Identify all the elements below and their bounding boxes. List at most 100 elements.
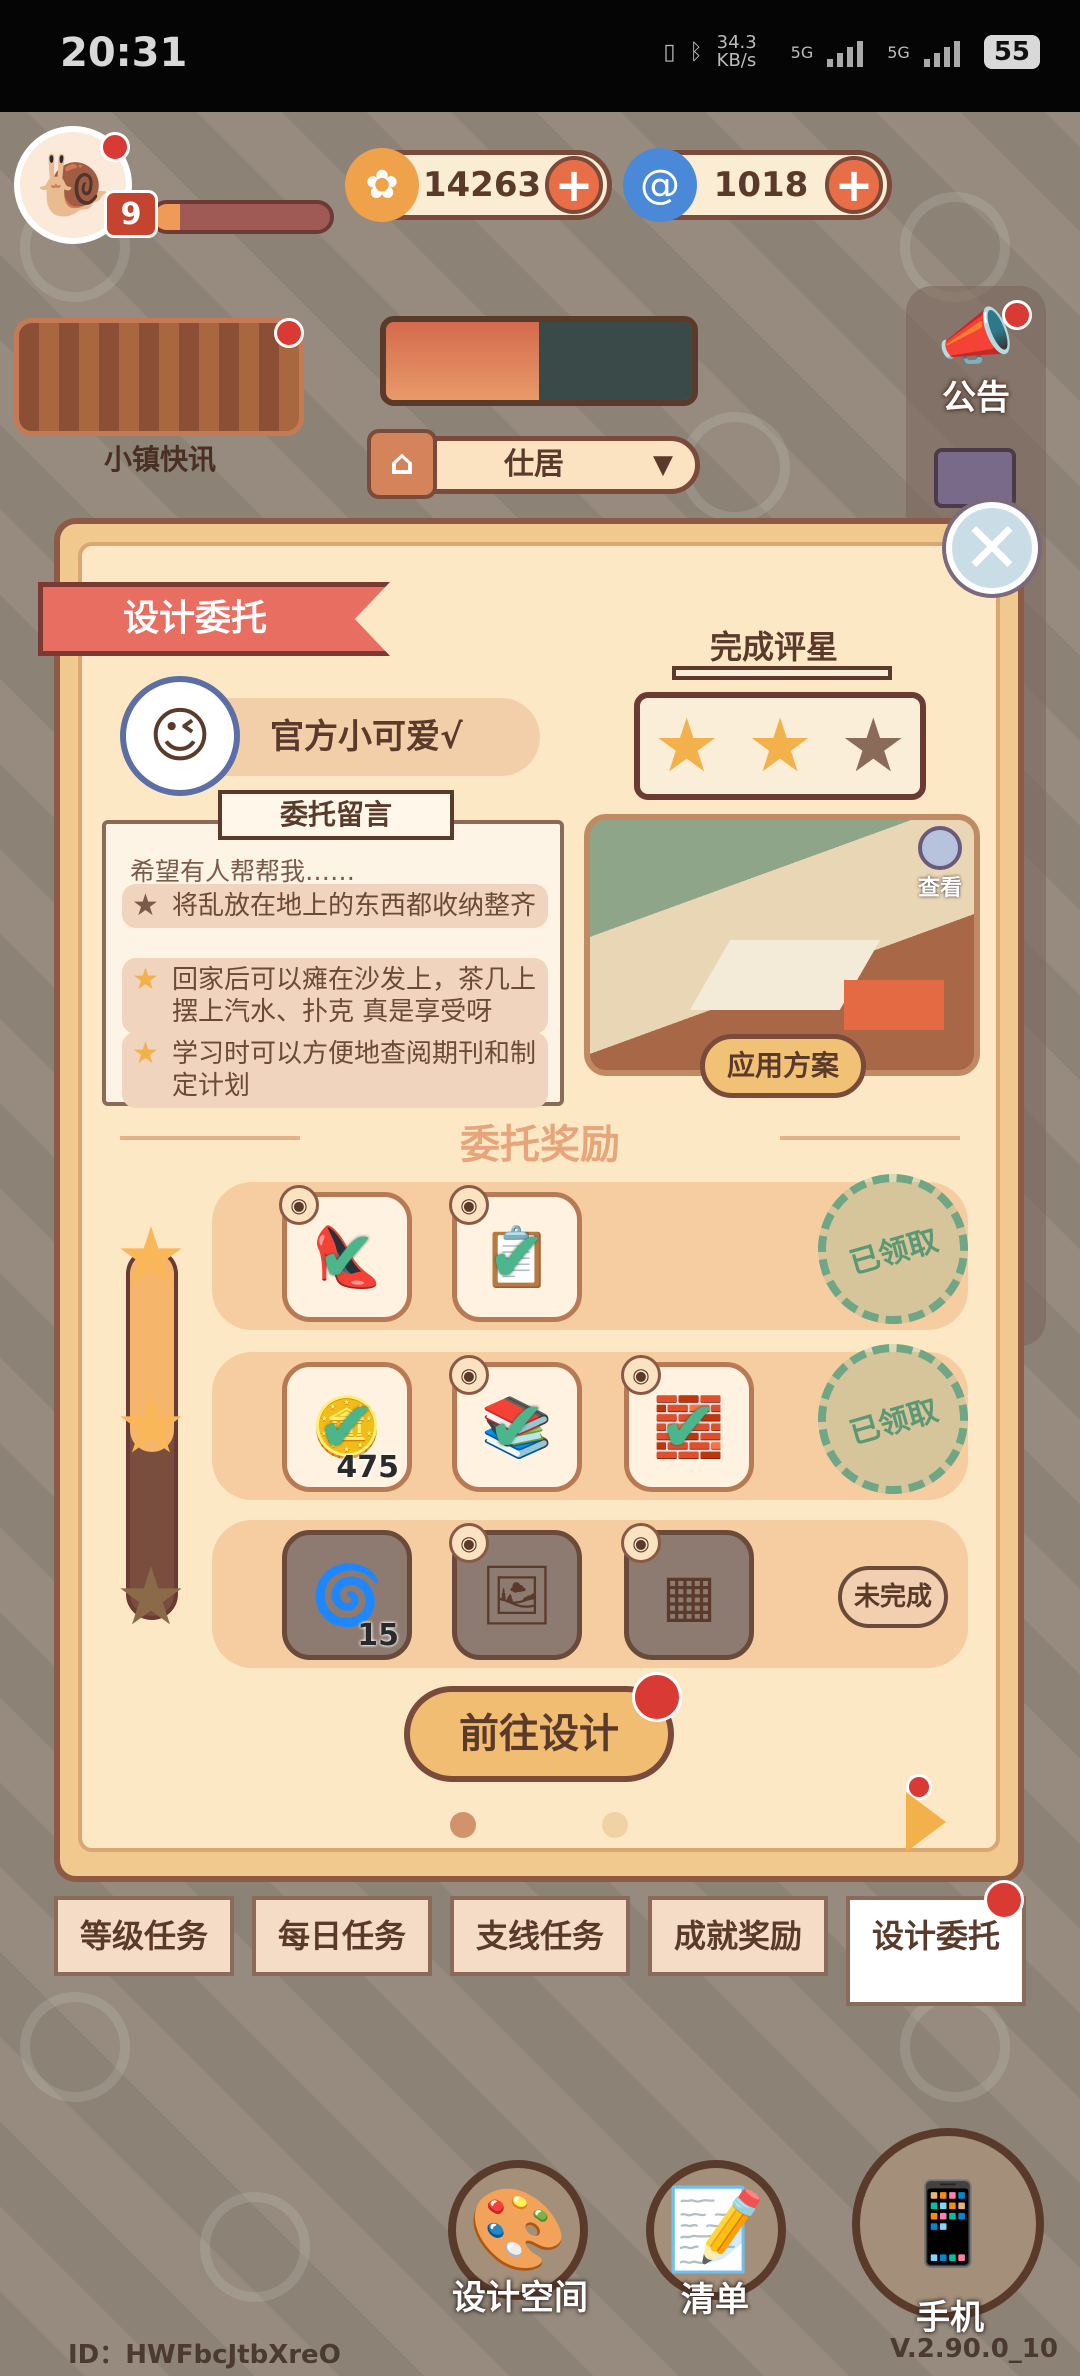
close-icon: ✕ — [962, 507, 1022, 589]
bluetooth-icon: ᛒ — [689, 39, 703, 65]
reward-item[interactable]: 🌀 15 — [282, 1530, 412, 1660]
magnifier-icon — [918, 826, 962, 870]
tier-star-icon: ★ — [115, 1550, 187, 1643]
eye-icon[interactable]: ◉ — [449, 1523, 489, 1563]
day-panel — [386, 322, 539, 400]
check-icon: ✔ — [317, 1216, 377, 1298]
house-icon: ⌂ — [367, 429, 437, 499]
signal-icon-2 — [923, 37, 970, 67]
status-bar: 20:31 ▯ ᛒ 34.3 KB/s 5G 5G 55 — [0, 0, 1080, 112]
player-id: ID：HWFbcJtbXreO — [68, 2340, 341, 2370]
place-selector[interactable]: ⌂ 仕居 ▼ — [367, 429, 700, 499]
rating-star-icon: ★ — [840, 703, 907, 789]
add-gems-button[interactable]: + — [825, 156, 883, 214]
gem-value: 1018 — [713, 165, 809, 205]
notice-label: 公告 — [942, 378, 1010, 418]
star-icon: ★ — [132, 962, 159, 997]
palette-icon: 🎨 — [468, 2183, 568, 2276]
requirement-text: 回家后可以瘫在沙发上，茶几上摆上汽水、扑克 真是享受呀 — [172, 965, 537, 1027]
apply-plan-button[interactable]: 应用方案 — [700, 1034, 866, 1098]
snail-icon: 🐌 — [35, 150, 111, 221]
check-icon: ✔ — [659, 1386, 719, 1468]
page-indicator-dot[interactable] — [602, 1812, 628, 1838]
unfinished-badge: 未完成 — [838, 1566, 948, 1628]
eye-icon[interactable]: ◉ — [621, 1523, 661, 1563]
message-intro: 希望有人帮帮我…… — [130, 857, 356, 886]
town-news-card[interactable] — [14, 318, 304, 436]
reward-item[interactable]: ▦ ◉ — [621, 1523, 754, 1660]
notification-dot — [100, 132, 130, 162]
client-avatar: 😉 — [120, 676, 240, 796]
requirement-item: ★ 将乱放在地上的东西都收纳整齐 — [122, 884, 548, 928]
star-icon: ★ — [132, 888, 159, 923]
coin-icon: ✿ — [345, 148, 419, 222]
sun-decoration — [900, 1992, 1010, 2102]
mail-icon[interactable] — [934, 448, 1016, 508]
reward-item[interactable]: 📚 ✔ ◉ — [449, 1355, 582, 1492]
requirement-text: 学习时可以方便地查阅期刊和制定计划 — [172, 1039, 537, 1101]
version-label: V.2.90.0_10 — [890, 2334, 1058, 2364]
reward-item[interactable]: 🪙 ✔ 475 — [282, 1362, 412, 1492]
coin-counter: ✿ 14263 + — [345, 148, 612, 222]
notification-dot — [632, 1672, 682, 1722]
requirement-item: ★ 回家后可以瘫在沙发上，茶几上摆上汽水、扑克 真是享受呀 — [122, 958, 548, 1034]
rating-star-icon: ★ — [746, 703, 814, 789]
reward-item[interactable]: 🧱 ✔ ◉ — [621, 1355, 754, 1492]
tier-star-icon: ★ — [115, 1378, 187, 1471]
client-card: 官方小可爱√ 😉 — [120, 676, 540, 796]
rating-star-icon: ★ — [653, 703, 720, 789]
eye-icon[interactable]: ◉ — [279, 1185, 319, 1225]
tab-1[interactable]: 每日任务 — [252, 1896, 432, 1976]
reward-item[interactable]: 🖼 ◉ — [449, 1523, 582, 1660]
reward-title: 委托奖励 — [120, 1112, 960, 1170]
page-indicator-dot[interactable] — [450, 1812, 476, 1838]
xp-bar — [150, 200, 334, 234]
reward-item[interactable]: 📋 ✔ ◉ — [449, 1185, 582, 1322]
notification-dot — [1002, 300, 1032, 330]
reward-item[interactable]: 👠 ✔ ◉ — [279, 1185, 412, 1322]
check-icon: ✔ — [487, 1216, 547, 1298]
sun-decoration — [20, 1992, 130, 2102]
design-space-label: 设计空间 — [452, 2278, 588, 2318]
view-button[interactable]: 查看 — [908, 826, 972, 902]
eye-icon[interactable]: ◉ — [449, 1355, 489, 1395]
close-button[interactable]: ✕ — [946, 502, 1038, 594]
notification-dot — [274, 318, 304, 348]
notification-dot — [984, 1880, 1024, 1920]
rating-title: 完成评星 — [710, 628, 839, 666]
coin-value: 14263 — [422, 165, 542, 205]
reward-item-icon: ▦ — [661, 1561, 717, 1629]
signal-icon — [827, 37, 873, 67]
swirl-icon: @ — [623, 148, 697, 222]
net-speed: 34.3 KB/s — [716, 32, 757, 71]
wink-face-icon: 😉 — [148, 701, 212, 771]
eye-icon[interactable]: ◉ — [621, 1355, 661, 1395]
day-night-toggle[interactable] — [380, 316, 698, 406]
rating-bar — [672, 666, 892, 680]
requirement-item: ★ 学习时可以方便地查阅期刊和制定计划 — [122, 1032, 548, 1108]
view-label: 查看 — [917, 876, 962, 901]
place-label: 仕居 — [504, 447, 564, 482]
battery-indicator: 55 — [983, 35, 1040, 69]
eye-icon[interactable]: ◉ — [449, 1185, 489, 1225]
rating-board: ★ ★ ★ — [634, 692, 926, 800]
requirement-text: 将乱放在地上的东西都收纳整齐 — [172, 891, 537, 921]
add-coins-button[interactable]: + — [545, 156, 603, 214]
reward-qty: 475 — [336, 1450, 399, 1485]
vibrate-icon: ▯ — [663, 39, 676, 65]
gem-counter: @ 1018 + — [623, 148, 892, 222]
sun-decoration — [200, 2192, 310, 2302]
tab-3[interactable]: 成就奖励 — [648, 1896, 828, 1976]
net-label-1: 5G — [790, 42, 814, 62]
clock: 20:31 — [60, 30, 188, 76]
message-label: 委托留言 — [218, 790, 454, 840]
bed-decoration — [844, 980, 944, 1030]
star-icon: ★ — [132, 1036, 159, 1071]
tab-0[interactable]: 等级任务 — [54, 1896, 234, 1976]
level-badge: 9 — [104, 190, 158, 238]
net-label-2: 5G — [887, 42, 910, 62]
checklist-label: 清单 — [681, 2280, 749, 2320]
tier-star-icon: ★ — [115, 1210, 187, 1303]
tab-2[interactable]: 支线任务 — [450, 1896, 630, 1976]
chevron-down-icon: ▼ — [653, 450, 673, 480]
